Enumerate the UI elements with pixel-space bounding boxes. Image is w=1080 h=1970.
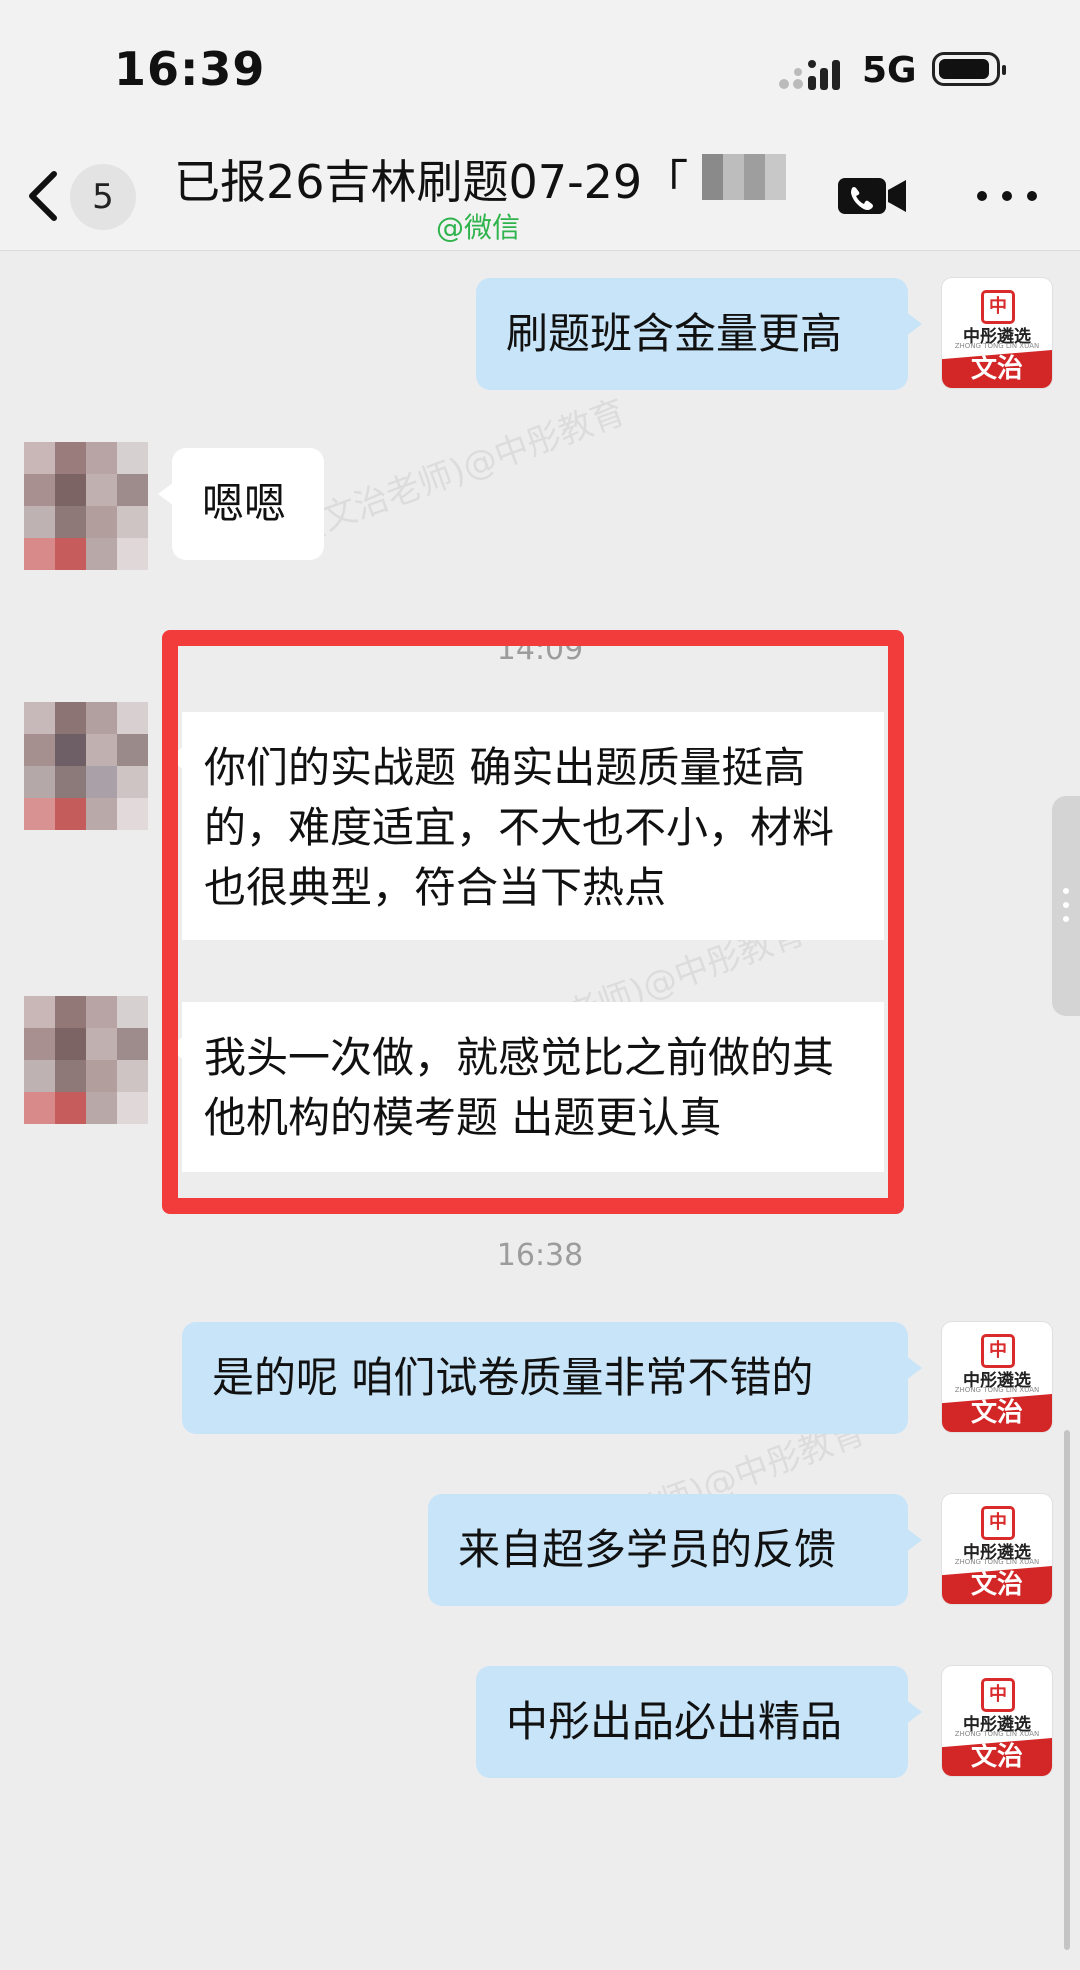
student-avatar[interactable] [24,996,148,1124]
more-options-button[interactable] [972,184,1042,208]
network-label: 5G [862,50,917,91]
unread-count-badge[interactable]: 5 [70,164,136,230]
logo-seal-icon: 中 [981,1506,1015,1540]
highlight-frame [162,630,904,1214]
scrollbar[interactable] [1064,1430,1070,1950]
signal-icon [779,60,840,90]
teacher-avatar[interactable]: 中 中彤遴选 ZHONG TONG LIN XUAN 文治 [942,1494,1052,1604]
message-bubble-received[interactable]: 嗯嗯 [158,448,324,560]
battery-icon [932,52,1006,86]
watermark: (文治老师)@中彤教育 [304,392,631,544]
logo-seal-icon: 中 [981,1334,1015,1368]
message-timestamp: 16:38 [496,1238,584,1273]
chat-title[interactable]: 已报26吉林刷题07-29「 [174,146,688,212]
student-avatar[interactable] [24,442,148,570]
message-bubble-sent[interactable]: 是的呢 咱们试卷质量非常不错的 [182,1322,922,1434]
status-bar: 16:39 5G [0,0,1080,140]
logo-seal-icon: 中 [981,290,1015,324]
side-drag-handle[interactable] [1052,796,1080,1016]
logo-seal-icon: 中 [981,1678,1015,1712]
chat-subtitle: @微信 [436,211,521,244]
blurred-title-part [702,154,786,200]
teacher-avatar[interactable]: 中 中彤遴选 ZHONG TONG LIN XUAN 文治 [942,1322,1052,1432]
back-button[interactable] [20,160,70,230]
chat-header: 5 已报26吉林刷题07-29「 @微信 [0,140,1080,251]
message-bubble-sent[interactable]: 刷题班含金量更高 [476,278,922,390]
video-call-button[interactable] [838,176,908,216]
teacher-avatar[interactable]: 中 中彤遴选 ZHONG TONG LIN XUAN 文治 [942,278,1052,388]
message-bubble-sent[interactable]: 中彤出品必出精品 [476,1666,922,1778]
teacher-avatar[interactable]: 中 中彤遴选 ZHONG TONG LIN XUAN 文治 [942,1666,1052,1776]
status-time: 16:39 [114,42,266,96]
student-avatar[interactable] [24,702,148,830]
message-bubble-sent[interactable]: 来自超多学员的反馈 [428,1494,922,1606]
